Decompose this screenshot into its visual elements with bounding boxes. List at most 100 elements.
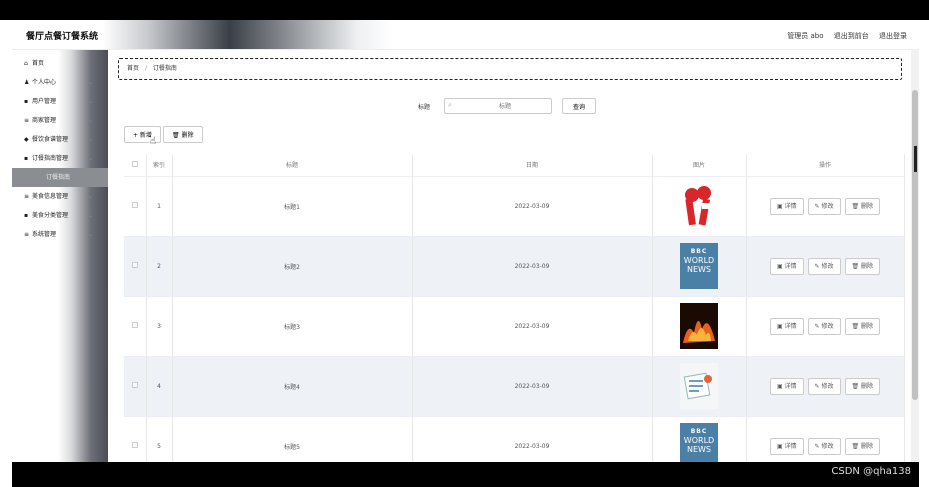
edit-button[interactable]: ✎ 修改: [807, 197, 841, 215]
row-select-cell: [124, 356, 147, 417]
row-title: 标题4: [172, 356, 413, 417]
edit-button[interactable]: ✎ 修改: [807, 317, 841, 335]
detail-label: 详情: [784, 262, 797, 270]
edit-button[interactable]: ✎ 修改: [807, 257, 841, 275]
detail-label: 详情: [784, 322, 797, 330]
row-title: 标题2: [172, 236, 413, 297]
row-delete-button[interactable]: 🗑 删除: [844, 377, 881, 395]
detail-button[interactable]: ▣ 详情: [769, 317, 804, 335]
trash-icon: 🗑: [851, 442, 862, 450]
sidebar-item-label: 用户管理: [32, 98, 57, 105]
thumbnail-image: BBC WORLD NEWS: [680, 243, 718, 289]
scrollbar-thumb[interactable]: [912, 90, 918, 400]
row-date: 2022-03-09: [412, 176, 653, 237]
sidebar-item-label: 个人中心: [32, 79, 57, 86]
breadcrumb-separator: /: [144, 65, 147, 72]
search-button[interactable]: 查询: [562, 98, 596, 114]
breadcrumb-current: 订餐指南: [152, 65, 177, 72]
table-body: 1 标题1 2022-03-09 ▣ 详情 ✎ 修改 🗑 删除 2 标题2 2022-03-09…: [124, 176, 905, 462]
row-checkbox[interactable]: [131, 322, 138, 328]
edit-label: 修改: [821, 262, 834, 270]
chevron-down-icon: ⌄: [88, 79, 94, 86]
row-title: 标题3: [172, 296, 413, 357]
sidebar-item[interactable]: ≡ 系统管理 ⌄: [12, 225, 108, 244]
row-delete-button[interactable]: 🗑 删除: [844, 317, 881, 335]
grid-icon: ▪: [24, 98, 29, 105]
sidebar-item[interactable]: ≡ 美食信息管理 ⌄: [12, 187, 108, 206]
row-image-cell: [652, 176, 747, 237]
delete-button[interactable]: 🗑 删除: [162, 126, 203, 143]
delete-label: 删除: [861, 382, 874, 390]
row-delete-button[interactable]: 🗑 删除: [844, 197, 881, 215]
detail-button[interactable]: ▣ 详情: [769, 197, 804, 215]
table-row: 2 标题2 2022-03-09 BBC WORLD NEWS ▣ 详情 ✎ 修改 🗑 删除: [124, 236, 905, 297]
detail-button[interactable]: ▣ 详情: [769, 437, 804, 455]
logout-link[interactable]: 退出登录: [879, 32, 907, 40]
bbc-news: NEWS: [686, 445, 712, 454]
trash-icon: 🗑: [851, 202, 862, 210]
thumbnail-image: [680, 183, 718, 229]
row-checkbox[interactable]: [131, 442, 138, 448]
detail-icon: ▣: [776, 262, 785, 270]
table-header-row: 索引 标题 日期 图片 操作: [124, 154, 905, 177]
tag-icon: ◆: [24, 136, 29, 143]
row-index: 3: [146, 296, 173, 357]
breadcrumb-home[interactable]: 首页: [127, 65, 139, 72]
edit-button[interactable]: ✎ 修改: [807, 377, 841, 395]
row-actions: ▣ 详情 ✎ 修改 🗑 删除: [746, 296, 905, 357]
sidebar-subitem[interactable]: 订餐指南: [12, 168, 108, 187]
trash-icon: 🗑: [851, 382, 862, 390]
detail-button[interactable]: ▣ 详情: [769, 257, 804, 275]
chevron-down-icon: ⌄: [88, 117, 94, 124]
row-checkbox[interactable]: [131, 262, 138, 268]
sidebar-item[interactable]: ◆ 餐饮食谱管理 ⌄: [12, 130, 108, 149]
select-all-checkbox[interactable]: [131, 160, 138, 167]
to-front-link[interactable]: 退出到前台: [834, 32, 869, 40]
watermark: CSDN @qha138: [831, 466, 911, 477]
trash-icon: 🗑: [851, 322, 862, 330]
app-title: 餐厅点餐订餐系统: [26, 32, 99, 42]
sidebar-item[interactable]: ▪ 美食分类管理 ⌄: [12, 206, 108, 225]
row-actions: ▣ 详情 ✎ 修改 🗑 删除: [746, 416, 905, 462]
thumbnail-image: [680, 303, 718, 349]
row-actions: ▣ 详情 ✎ 修改 🗑 删除: [746, 356, 905, 417]
row-date: 2022-03-09: [412, 356, 653, 417]
delete-label: 删除: [861, 322, 874, 330]
delete-label: 删除: [861, 262, 874, 270]
grid-icon: ▪: [24, 212, 29, 219]
column-header: 图片: [652, 154, 747, 177]
sidebar-item-label: 商家管理: [32, 117, 57, 124]
header-right: 管理员 abo 退出到前台 退出登录: [779, 31, 907, 41]
sidebar-item-label: 首页: [32, 60, 45, 67]
detail-icon: ▣: [776, 322, 785, 330]
row-title: 标题5: [172, 416, 413, 462]
row-image-cell: [652, 296, 747, 357]
sidebar-item-label: 餐饮食谱管理: [32, 136, 69, 143]
sidebar-item[interactable]: ▪ 用户管理 ⌄: [12, 92, 108, 111]
row-checkbox[interactable]: [131, 202, 138, 208]
detail-button[interactable]: ▣ 详情: [769, 377, 804, 395]
scrollbar[interactable]: [911, 50, 919, 462]
row-delete-button[interactable]: 🗑 删除: [844, 437, 881, 455]
row-checkbox[interactable]: [131, 382, 138, 388]
edit-button[interactable]: ✎ 修改: [807, 437, 841, 455]
sidebar-item[interactable]: ♟ 个人中心 ⌄: [12, 73, 108, 92]
chevron-down-icon: ⌄: [88, 231, 94, 238]
chevron-down-icon: ⌄: [88, 98, 94, 105]
bottom-black-bar: CSDN @qha138: [12, 462, 919, 487]
search-input[interactable]: [444, 98, 552, 114]
chevron-down-icon: ⌄: [88, 136, 94, 143]
sidebar-item[interactable]: ▪ 订餐指南管理 ⌄: [12, 149, 108, 168]
row-delete-button[interactable]: 🗑 删除: [844, 257, 881, 275]
sidebar-item[interactable]: ⌂ 首页: [12, 54, 108, 73]
data-table: 索引 标题 日期 图片 操作 1 标题1 2022-03-09 ▣ 详情 ✎ 修改 🗑 删除 2 标题…: [124, 154, 905, 462]
row-select-cell: [124, 416, 147, 462]
table-row: 4 标题4 2022-03-09 ▣ 详情 ✎ 修改 🗑 删除: [124, 356, 905, 417]
detail-icon: ▣: [776, 442, 785, 450]
hand-cursor-icon: ☝: [150, 136, 157, 147]
grid-icon: ▪: [24, 155, 29, 162]
breadcrumb: 首页 / 订餐指南: [118, 58, 902, 80]
bbc-world: WORLD: [683, 256, 715, 265]
sidebar-item[interactable]: ≡ 商家管理 ⌄: [12, 111, 108, 130]
table-row: 5 标题5 2022-03-09 BBC WORLD NEWS ▣ 详情 ✎ 修改 🗑 删除: [124, 416, 905, 462]
